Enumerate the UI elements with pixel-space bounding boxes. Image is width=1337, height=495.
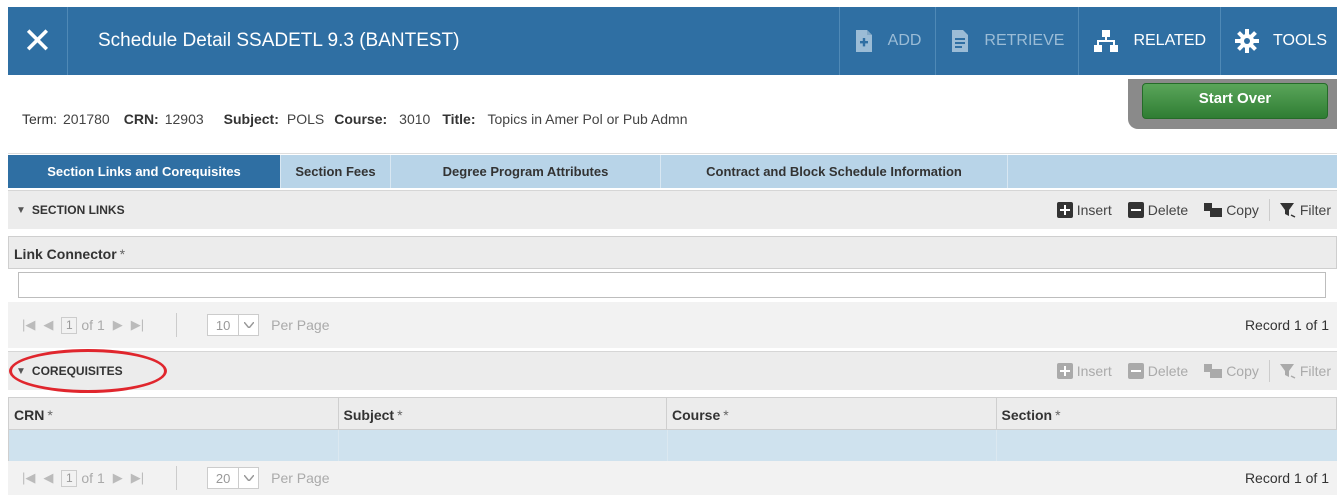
delete-button[interactable]: Delete [1127,363,1188,379]
page-title: Schedule Detail SSADETL 9.3 (BANTEST) [98,30,460,51]
start-over-container: Start Over [1128,79,1337,129]
column-crn[interactable]: CRN * [9,398,339,429]
page-number-input[interactable]: 1 [61,469,78,487]
record-count: Record 1 of 1 [1244,470,1329,486]
next-page-icon[interactable]: ▶ [113,317,123,333]
key-block: Term: 201780 CRN: 12903 Subject: POLS Co… [8,75,1337,154]
prev-page-icon[interactable]: ◀ [43,317,53,333]
crn-cell[interactable] [9,430,339,461]
collapse-caret-icon[interactable]: ▼ [16,366,26,377]
minus-icon [1127,363,1144,379]
title-value: Topics in Amer Pol or Pub Admn [487,111,688,127]
section-cell[interactable] [997,430,1337,461]
insert-button[interactable]: Insert [1056,363,1112,379]
gear-icon [1235,29,1260,53]
start-over-button[interactable]: Start Over [1142,83,1328,119]
last-page-icon[interactable]: ▶| [131,317,144,333]
tools-button[interactable]: TOOLS [1220,7,1337,75]
course-cell[interactable] [668,430,998,461]
insert-button[interactable]: Insert [1056,202,1112,218]
chevron-down-icon [238,468,258,488]
column-subject[interactable]: Subject * [339,398,667,429]
prev-page-icon[interactable]: ◀ [43,470,53,486]
collapse-caret-icon[interactable]: ▼ [16,205,26,216]
retrieve-document-icon [950,29,970,53]
page-number-input[interactable]: 1 [61,316,78,334]
section-links-grid-header: Link Connector * [8,236,1337,269]
subject-value: POLS [286,111,325,127]
filter-button[interactable]: Filter [1279,202,1331,218]
plus-icon [1056,202,1073,218]
filter-icon [1279,363,1296,379]
section-links-title: SECTION LINKS [31,203,125,217]
section-links-pager: |◀ ◀ 1 of 1 ▶ ▶| 10 Per Page Record 1 of… [8,302,1337,348]
per-page-select[interactable]: 20 [207,467,260,489]
retrieve-button[interactable]: RETRIEVE [935,7,1078,75]
last-page-icon[interactable]: ▶| [131,470,144,486]
chevron-down-icon [238,315,258,335]
add-button[interactable]: ADD [838,7,936,75]
tab-section-links-corequisites[interactable]: Section Links and Corequisites [8,155,281,188]
filter-button[interactable]: Filter [1279,363,1331,379]
link-connector-input[interactable] [18,272,1326,298]
term-value: 201780 [63,111,110,127]
corequisites-pager: |◀ ◀ 1 of 1 ▶ ▶| 20 Per Page Record 1 of… [8,461,1337,495]
tab-degree-program-attributes[interactable]: Degree Program Attributes [391,155,661,188]
plus-icon [1056,363,1073,379]
crn-value: 12903 [164,111,204,127]
close-button[interactable]: ✕ [8,7,68,75]
record-count: Record 1 of 1 [1244,317,1329,333]
corequisites-title: COREQUISITES [31,364,123,378]
copy-icon [1204,203,1223,217]
column-course[interactable]: Course * [667,398,997,429]
copy-button[interactable]: Copy [1204,202,1259,218]
corequisites-actions: Insert Delete Copy Filter [1056,360,1337,382]
section-links-actions: Insert Delete Copy Filter [1056,199,1337,221]
banner-form: ✕ Schedule Detail SSADETL 9.3 (BANTEST) … [0,0,1337,495]
table-row[interactable] [8,430,1337,461]
section-links-header: ▼ SECTION LINKS Insert Delete Copy Filte… [8,190,1337,229]
filter-icon [1279,202,1296,218]
first-page-icon[interactable]: |◀ [22,470,35,486]
corequisites-grid-header: CRN * Subject * Course * Section * [8,397,1337,430]
first-page-icon[interactable]: |◀ [22,317,35,333]
subject-cell[interactable] [339,430,668,461]
copy-icon [1204,364,1223,378]
header-bar: ✕ Schedule Detail SSADETL 9.3 (BANTEST) … [8,7,1337,75]
column-link-connector[interactable]: Link Connector * [9,237,1336,268]
related-hierarchy-icon [1093,29,1119,53]
tab-contract-block-schedule[interactable]: Contract and Block Schedule Information [661,155,1008,188]
close-icon: ✕ [22,20,53,61]
tab-section-fees[interactable]: Section Fees [281,155,391,188]
column-section[interactable]: Section * [997,398,1336,429]
next-page-icon[interactable]: ▶ [113,470,123,486]
add-document-icon [854,29,874,53]
delete-button[interactable]: Delete [1127,202,1188,218]
course-value: 3010 [399,111,431,127]
key-info: Term: 201780 CRN: 12903 Subject: POLS Co… [22,111,688,127]
copy-button[interactable]: Copy [1204,363,1259,379]
corequisites-header: ▼ COREQUISITES Insert Delete Copy Filter [8,351,1337,390]
related-button[interactable]: RELATED [1078,7,1220,75]
per-page-select[interactable]: 10 [207,314,260,336]
minus-icon [1127,202,1144,218]
tab-bar: Section Links and Corequisites Section F… [8,155,1337,188]
